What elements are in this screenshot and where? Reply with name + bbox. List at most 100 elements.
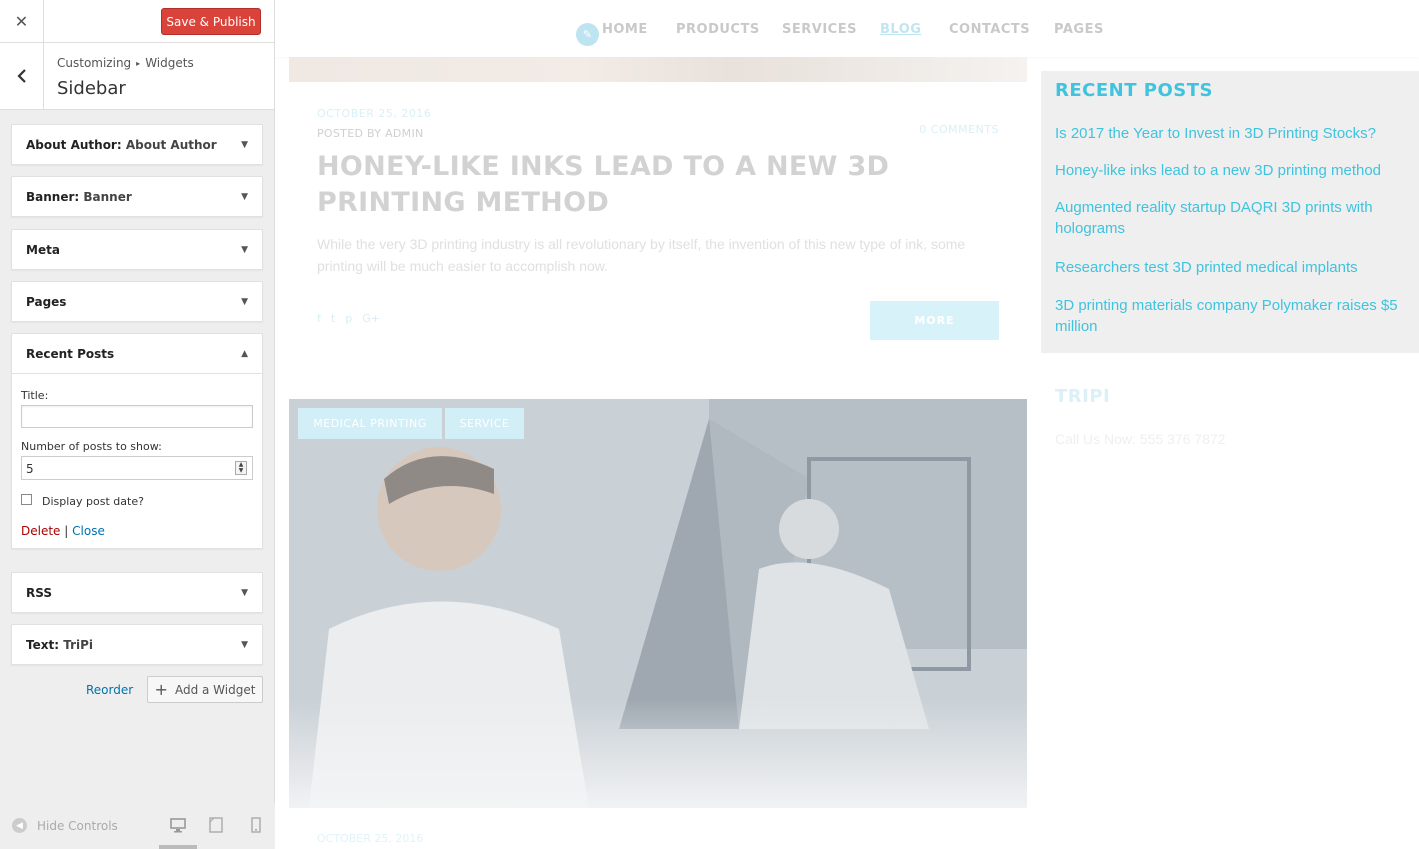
chevron-left-icon (16, 69, 26, 83)
tag-service[interactable]: SERVICE (445, 408, 524, 439)
display-date-checkbox[interactable] (21, 494, 32, 505)
widget-header[interactable]: About Author: About Author ▼ (12, 125, 262, 164)
display-date-label: Display post date? (42, 495, 144, 508)
widget-name: Text (26, 637, 55, 652)
widget-pages: Pages ▼ (11, 281, 263, 322)
collapse-arrow-icon[interactable]: ▲ (241, 349, 248, 359)
widget-header[interactable]: Banner: Banner ▼ (12, 177, 262, 216)
widget-actions: Delete | Close (21, 524, 253, 538)
desktop-preview-icon[interactable] (170, 817, 186, 833)
expand-arrow-icon[interactable]: ▼ (241, 192, 248, 202)
post-image-lab[interactable]: MEDICAL PRINTING SERVICE (289, 399, 1027, 808)
add-widget-label: Add a Widget (174, 682, 256, 697)
section-header: Customizing ▸ Widgets Sidebar (0, 43, 274, 110)
widget-header[interactable]: Pages ▼ (12, 282, 262, 321)
widget-header[interactable]: Text: TriPi ▼ (12, 625, 262, 664)
site-navigation: ✎ HOME PRODUCTS SERVICES BLOG CONTACTS P… (275, 0, 1419, 57)
widget-instance: TriPi (63, 637, 94, 652)
number-of-posts-input[interactable]: 5 ▲ ▼ (21, 456, 253, 480)
tablet-preview-icon[interactable] (208, 817, 224, 833)
breadcrumb: Customizing ▸ Widgets (57, 56, 194, 70)
nav-home[interactable]: HOME (602, 22, 648, 37)
customizer-footer: ◀ Hide Controls (0, 803, 275, 849)
add-widget-button[interactable]: + Add a Widget (147, 676, 263, 703)
text-widget-body: Call Us Now: 555 376 7872 (1055, 431, 1226, 447)
post2-date: OCTOBER 25, 2016 (317, 832, 424, 845)
nav-pages[interactable]: PAGES (1054, 22, 1104, 37)
section-title: Sidebar (57, 78, 126, 99)
expand-arrow-icon[interactable]: ▼ (241, 297, 248, 307)
title-label: Title: (21, 389, 49, 402)
nav-contacts[interactable]: CONTACTS (949, 22, 1030, 37)
expand-arrow-icon[interactable]: ▼ (241, 245, 248, 255)
post-author: POSTED BY ADMIN (317, 127, 424, 140)
recent-post-link[interactable]: Researchers test 3D printed medical impl… (1055, 257, 1405, 278)
widget-header[interactable]: RSS ▼ (12, 573, 262, 612)
widget-banner: Banner: Banner ▼ (11, 176, 263, 217)
widget-meta: Meta ▼ (11, 229, 263, 270)
widget-name: RSS (26, 585, 52, 600)
twitter-icon[interactable]: t (331, 312, 335, 325)
customizer-panel: ✕ Save & Publish Customizing ▸ Widgets Sid… (0, 0, 275, 849)
lab-photo (289, 399, 1027, 808)
hide-controls-button[interactable]: ◀ Hide Controls (12, 818, 118, 833)
expand-arrow-icon[interactable]: ▼ (241, 140, 248, 150)
delete-link[interactable]: Delete (21, 524, 60, 538)
widget-instance: Banner (83, 189, 132, 204)
number-value: 5 (26, 462, 34, 476)
post-title[interactable]: HONEY-LIKE INKS LEAD TO A NEW 3D PRINTIN… (317, 149, 1007, 221)
google-plus-icon[interactable]: G+ (362, 312, 380, 325)
actions-separator: | (64, 524, 69, 538)
expand-arrow-icon[interactable]: ▼ (241, 588, 248, 598)
plus-icon: + (154, 680, 168, 699)
facebook-icon[interactable]: f (317, 312, 321, 325)
breadcrumb-root: Customizing (57, 56, 132, 70)
recent-post-link[interactable]: Honey-like inks lead to a new 3D printin… (1055, 160, 1405, 181)
spinner-arrows-icon[interactable]: ▲ ▼ (235, 461, 247, 475)
widget-form: Title: Number of posts to show: 5 ▲ ▼ Dis… (12, 373, 262, 548)
post-excerpt: While the very 3D printing industry is a… (317, 236, 966, 274)
post-image (289, 57, 1027, 82)
widget-about-author: About Author: About Author ▼ (11, 124, 263, 165)
social-share: f t p G+ (317, 312, 380, 325)
breadcrumb-current: Widgets (145, 56, 194, 70)
site-preview: ✎ HOME PRODUCTS SERVICES BLOG CONTACTS P… (275, 0, 1419, 849)
hide-controls-label: Hide Controls (37, 818, 118, 833)
customizer-header: ✕ Save & Publish (0, 0, 274, 43)
save-publish-button[interactable]: Save & Publish (161, 8, 261, 35)
recent-post-link[interactable]: Is 2017 the Year to Invest in 3D Printin… (1055, 123, 1405, 144)
nav-blog[interactable]: BLOG (880, 22, 921, 37)
widget-name: Pages (26, 294, 67, 309)
close-customizer-button[interactable]: ✕ (0, 0, 44, 43)
post-card: OCTOBER 25, 2016 POSTED BY ADMIN 0 COMME… (289, 82, 1027, 369)
text-widget-title: TRIPI (1055, 386, 1111, 407)
collapse-circle-icon: ◀ (12, 818, 27, 833)
tag-medical-printing[interactable]: MEDICAL PRINTING (298, 408, 442, 439)
close-link[interactable]: Close (72, 524, 105, 538)
widget-header[interactable]: Recent Posts ▲ (12, 334, 262, 373)
widget-name: Recent Posts (26, 346, 115, 361)
pinterest-icon[interactable]: p (345, 312, 352, 325)
recent-posts-widget: RECENT POSTS Is 2017 the Year to Invest … (1041, 71, 1419, 353)
title-input[interactable] (21, 405, 253, 428)
widget-name: About Author (26, 137, 117, 152)
widget-header[interactable]: Meta ▼ (12, 230, 262, 269)
widget-text: Text: TriPi ▼ (11, 624, 263, 665)
more-button[interactable]: MORE (870, 301, 999, 340)
reorder-link[interactable]: Reorder (86, 683, 133, 697)
post-comments-link[interactable]: 0 COMMENTS (919, 123, 999, 136)
recent-posts-title: RECENT POSTS (1055, 80, 1213, 101)
edit-shortcut-pencil-icon[interactable]: ✎ (576, 23, 599, 46)
nav-services[interactable]: SERVICES (782, 22, 857, 37)
widget-name: Meta (26, 242, 60, 257)
display-date-row: Display post date? (21, 494, 253, 508)
expand-arrow-icon[interactable]: ▼ (241, 640, 248, 650)
post-date: OCTOBER 25, 2016 (317, 107, 432, 120)
mobile-preview-icon[interactable] (248, 817, 264, 833)
recent-post-link[interactable]: Augmented reality startup DAQRI 3D print… (1055, 197, 1405, 239)
back-button[interactable] (0, 43, 44, 109)
widget-rss: RSS ▼ (11, 572, 263, 613)
close-icon: ✕ (14, 12, 29, 31)
nav-products[interactable]: PRODUCTS (676, 22, 760, 37)
recent-post-link[interactable]: 3D printing materials company Polymaker … (1055, 295, 1405, 337)
